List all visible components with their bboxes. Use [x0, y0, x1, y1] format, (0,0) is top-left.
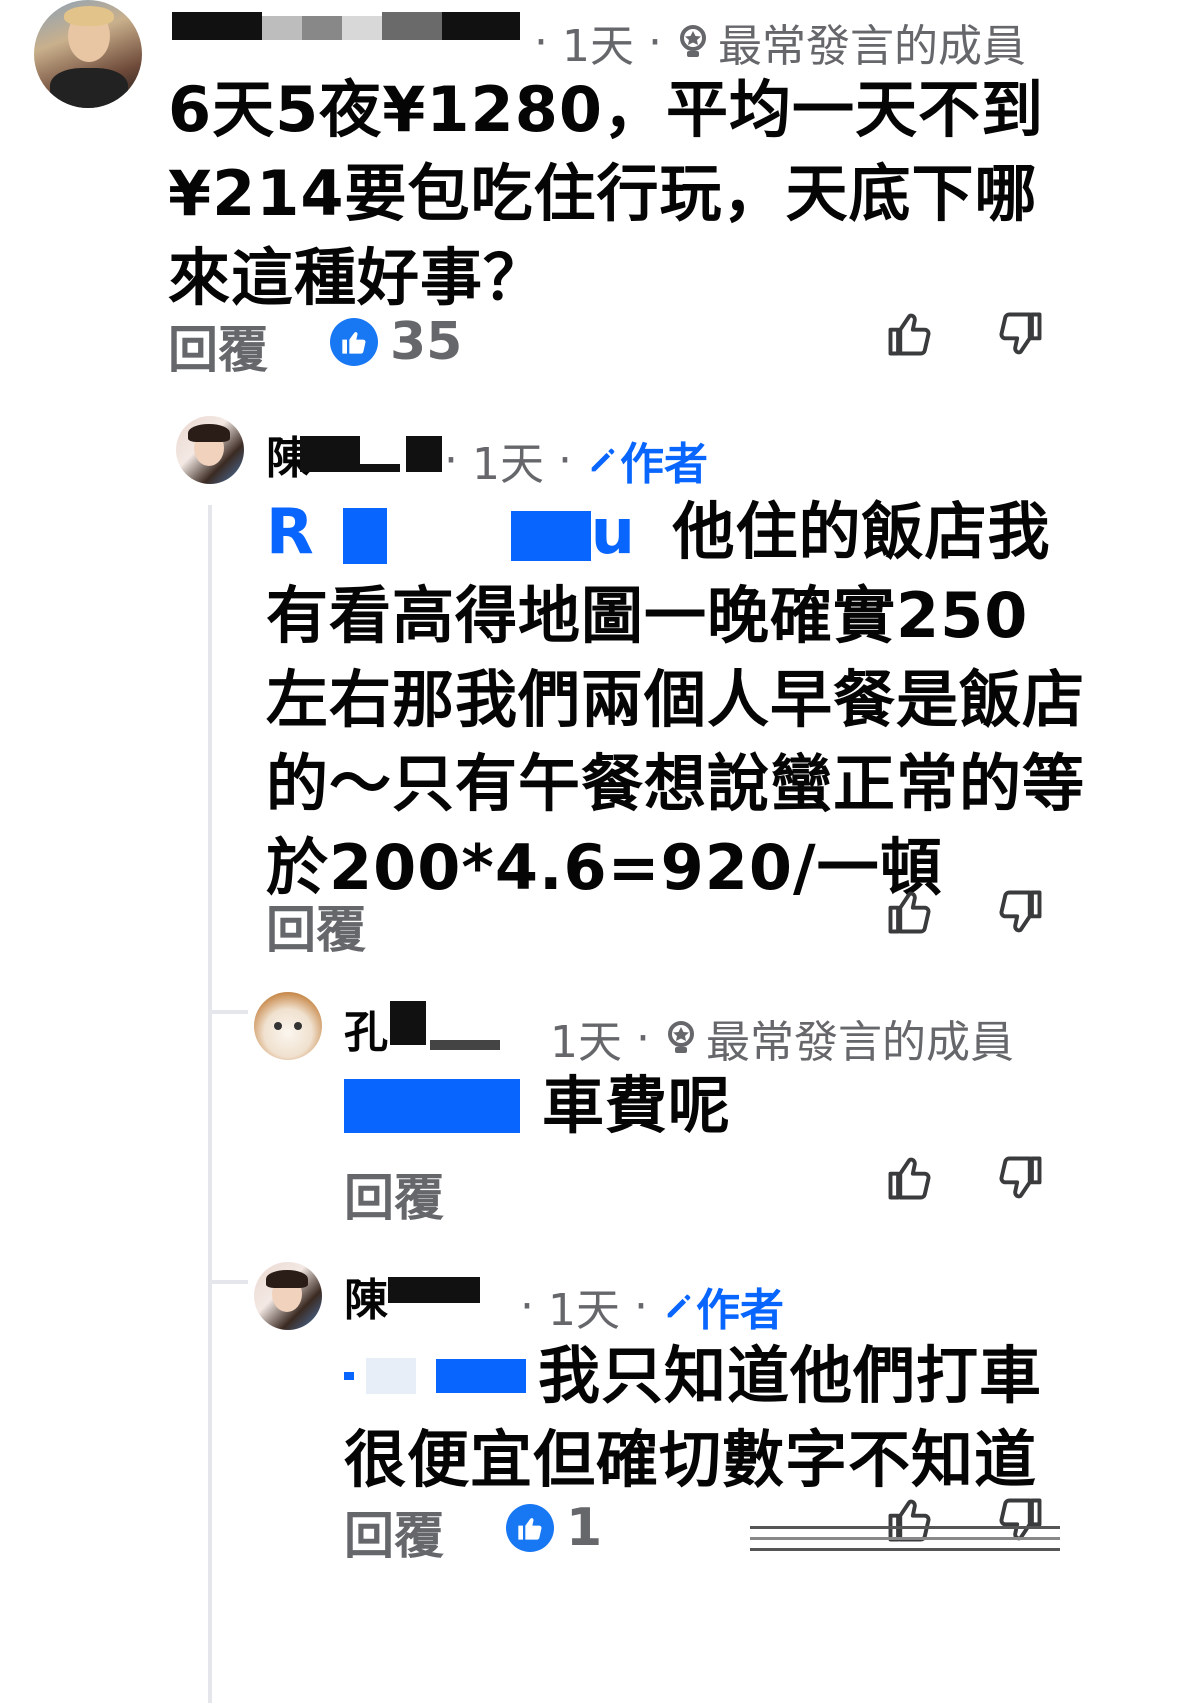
author-name[interactable]: 陳: [266, 430, 442, 484]
mention-link[interactable]: Ru: [266, 495, 636, 568]
author-name[interactable]: 陳: [344, 1268, 480, 1326]
reply-button[interactable]: 回覆: [344, 1158, 444, 1230]
mention-redaction[interactable]: [344, 1079, 520, 1133]
comment-meta: · 1天 · 作者: [430, 428, 708, 492]
comment-line: 的～只有午餐想說蠻正常的等: [266, 747, 1086, 820]
dot-separator: ·: [648, 16, 662, 68]
reply-button[interactable]: 回覆: [168, 310, 268, 382]
dot-separator: ·: [634, 1280, 648, 1332]
comment-line: 於200*4.6=920/一頓: [266, 831, 943, 904]
timestamp[interactable]: 1天: [548, 1274, 620, 1338]
comment-meta: 1天 · 最常發言的成員: [550, 1006, 1014, 1070]
badge-label: 最常發言的成員: [718, 21, 1026, 72]
like-count: 1: [566, 1498, 603, 1558]
comment-text: 我只知道他們打車 很便宜但確切數字不知道: [344, 1334, 1042, 1502]
comment-line: 很便宜但確切數字不知道: [344, 1423, 1038, 1496]
avatar[interactable]: [254, 992, 322, 1060]
avatar[interactable]: [34, 0, 142, 108]
pencil-icon: [667, 1294, 691, 1318]
dot-separator: ·: [444, 434, 458, 486]
name-redaction: [388, 1277, 480, 1303]
timestamp[interactable]: 1天: [472, 428, 544, 492]
comment-meta: · 1天 · 作者: [506, 1274, 784, 1338]
thumbs-up-icon[interactable]: [884, 308, 936, 360]
comment-line: Ru 他住的飯店我: [266, 490, 1085, 574]
watermark-lines: [750, 1520, 1060, 1560]
author-label: 作者: [620, 439, 708, 490]
reaction-count[interactable]: 1: [506, 1498, 602, 1558]
mention-redaction: [436, 1359, 526, 1393]
mention-suffix: u: [590, 495, 636, 568]
comment-line-text: 他住的飯店我: [672, 495, 1051, 568]
thread-line-main: [208, 505, 212, 1703]
dot-separator: ·: [520, 1280, 534, 1332]
dot-separator: ·: [534, 16, 548, 68]
reply-button[interactable]: 回覆: [266, 890, 366, 962]
thumbs-down-icon[interactable]: [994, 1152, 1046, 1204]
comment-line: 有看高得地圖一晚確實250: [266, 579, 1029, 652]
mention-redaction: [510, 510, 591, 561]
like-reaction-icon: [330, 318, 378, 366]
avatar[interactable]: [254, 1262, 322, 1330]
name-redaction: [300, 436, 360, 472]
comment-line: 左右那我們兩個人早餐是飯店: [266, 663, 1086, 736]
comment-line-text: 車費呢: [542, 1069, 732, 1142]
comment-line: 6天5夜¥1280，平均一天不到: [168, 73, 1044, 146]
author-name-visible: 陳: [344, 1275, 388, 1326]
thumbs-down-icon[interactable]: [994, 886, 1046, 938]
top-contributor-icon: [668, 1021, 694, 1053]
name-redaction: [430, 1040, 500, 1050]
author-name-visible: 孔: [344, 1007, 388, 1058]
comment-line-text: 我只知道他們打車: [538, 1339, 1043, 1412]
name-redaction: [360, 464, 400, 472]
timestamp[interactable]: 1天: [550, 1006, 622, 1070]
reply-button[interactable]: 回覆: [344, 1496, 444, 1568]
dot-separator: ·: [636, 1012, 650, 1064]
mention-redaction: [344, 1372, 354, 1380]
name-redaction: [390, 1001, 426, 1045]
mention-link[interactable]: [344, 1358, 526, 1394]
mention-prefix: R: [266, 495, 315, 568]
mention-redaction: [366, 1358, 416, 1394]
thumbs-up-icon[interactable]: [884, 1152, 936, 1204]
comment-text: 6天5夜¥1280，平均一天不到 ¥214要包吃住行玩，天底下哪 來這種好事？: [168, 68, 1044, 320]
comment-line: 我只知道他們打車: [344, 1334, 1042, 1418]
thread-line-branch: [208, 1280, 248, 1284]
dot-separator: ·: [558, 434, 572, 486]
top-contributor-icon: [680, 25, 706, 57]
like-reaction-icon: [506, 1504, 554, 1552]
comment-line: 車費呢: [344, 1064, 731, 1148]
reaction-count[interactable]: 35: [330, 312, 462, 372]
pencil-icon: [591, 448, 615, 472]
badge-label: 最常發言的成員: [706, 1017, 1014, 1068]
author-badge: 作者: [662, 1274, 784, 1338]
like-count: 35: [390, 312, 463, 372]
author-name[interactable]: 孔: [344, 1000, 500, 1058]
timestamp[interactable]: 1天: [562, 10, 634, 74]
comment-meta: · 1天 · 最常發言的成員: [520, 10, 1026, 74]
comment-text: Ru 他住的飯店我 有看高得地圖一晚確實250 左右那我們兩個人早餐是飯店 的～…: [266, 490, 1085, 910]
thumbs-down-icon[interactable]: [994, 308, 1046, 360]
author-label: 作者: [696, 1285, 784, 1336]
mention-redaction: [342, 507, 387, 564]
avatar[interactable]: [176, 416, 244, 484]
thread-line-branch: [208, 1010, 248, 1014]
author-name[interactable]: [172, 12, 520, 42]
author-badge: 作者: [586, 428, 708, 492]
thumbs-up-icon[interactable]: [884, 886, 936, 938]
comment-text: 車費呢: [344, 1064, 731, 1148]
comment-line: ¥214要包吃住行玩，天底下哪: [168, 157, 1038, 230]
